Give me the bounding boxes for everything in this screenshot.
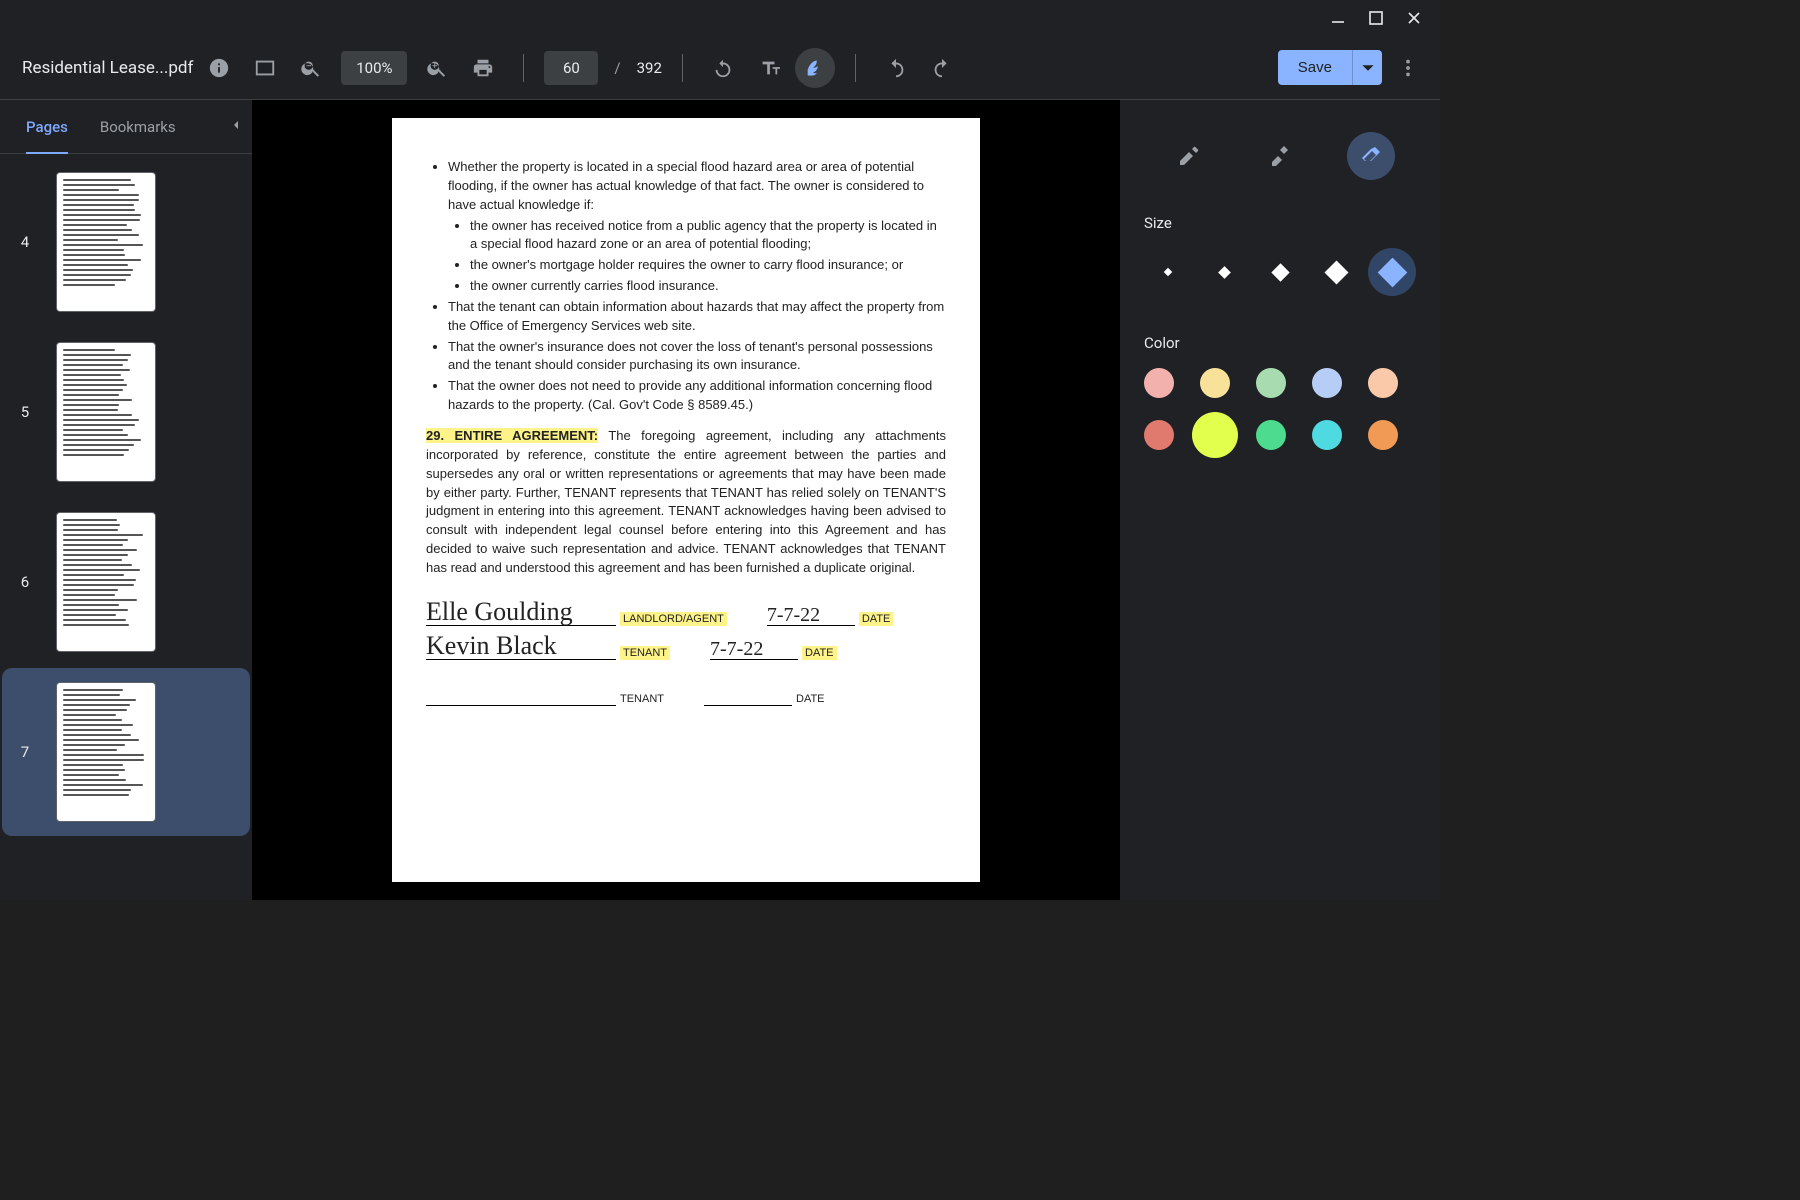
- thumbnail-page[interactable]: 4: [16, 172, 236, 312]
- more-icon[interactable]: [1388, 48, 1428, 88]
- bullet: That the owner does not need to provide …: [448, 377, 946, 415]
- highlighter-tool[interactable]: [1256, 132, 1304, 180]
- separator: [855, 54, 856, 82]
- close-icon[interactable]: [1406, 10, 1422, 26]
- color-options: [1144, 368, 1416, 450]
- color-swatch[interactable]: [1368, 368, 1398, 398]
- section-body: The foregoing agreement, including any a…: [426, 428, 946, 575]
- size-option[interactable]: [1144, 248, 1192, 296]
- thumbnail-number: 6: [16, 573, 34, 591]
- file-name: Residential Lease...pdf: [22, 58, 193, 78]
- size-option[interactable]: [1200, 248, 1248, 296]
- redo-icon[interactable]: [922, 48, 962, 88]
- color-swatch[interactable]: [1200, 368, 1230, 398]
- thumbnail-number: 4: [16, 233, 34, 251]
- print-icon[interactable]: [463, 48, 503, 88]
- thumbnail-number: 7: [16, 743, 34, 761]
- thumbnail-image: [56, 342, 156, 482]
- pen-tool[interactable]: [1165, 132, 1213, 180]
- toolbar: Residential Lease...pdf 100% 60 / 392 Sa…: [0, 36, 1440, 100]
- color-swatch[interactable]: [1256, 368, 1286, 398]
- signature-block: Elle Goulding LANDLORD/AGENT 7-7-22 DATE…: [426, 598, 946, 706]
- page-content: Whether the property is located in a spe…: [392, 118, 980, 882]
- undo-icon[interactable]: [876, 48, 916, 88]
- tenant1-signature: Kevin Black: [426, 633, 557, 659]
- sidebar: Pages Bookmarks 4 5 6 7: [0, 100, 252, 900]
- separator: [523, 54, 524, 82]
- rotate-icon[interactable]: [703, 48, 743, 88]
- color-swatch[interactable]: [1144, 420, 1174, 450]
- color-swatch[interactable]: [1368, 420, 1398, 450]
- fit-page-icon[interactable]: [245, 48, 285, 88]
- size-label: Size: [1144, 214, 1416, 232]
- section-heading: 29. ENTIRE AGREEMENT:: [426, 428, 598, 443]
- zoom-level[interactable]: 100%: [341, 51, 407, 85]
- annotate-icon[interactable]: [795, 48, 835, 88]
- zoom-out-icon[interactable]: [291, 48, 331, 88]
- date-label: DATE: [802, 646, 837, 660]
- date-label: DATE: [796, 693, 825, 706]
- color-swatch[interactable]: [1312, 420, 1342, 450]
- bullet: Whether the property is located in a spe…: [448, 158, 946, 215]
- color-swatch[interactable]: [1144, 368, 1174, 398]
- color-swatch[interactable]: [1256, 420, 1286, 450]
- size-option[interactable]: [1256, 248, 1304, 296]
- page-total: 392: [637, 59, 662, 77]
- color-swatch[interactable]: [1192, 412, 1238, 458]
- thumbnail-number: 5: [16, 403, 34, 421]
- thumbnail-page[interactable]: 6: [16, 512, 236, 652]
- separator: [682, 54, 683, 82]
- size-option[interactable]: [1312, 248, 1360, 296]
- section-paragraph: 29. ENTIRE AGREEMENT: The foregoing agre…: [426, 427, 946, 578]
- thumbnail-image: [56, 512, 156, 652]
- save-button[interactable]: Save: [1278, 50, 1352, 85]
- sub-bullet: the owner's mortgage holder requires the…: [470, 256, 946, 275]
- sidebar-tabs: Pages Bookmarks: [0, 100, 252, 154]
- thumbnail-page[interactable]: 5: [16, 342, 236, 482]
- thumbnail-image: [56, 172, 156, 312]
- tab-pages[interactable]: Pages: [26, 102, 68, 154]
- size-options: [1144, 248, 1416, 296]
- landlord-signature: Elle Goulding: [426, 599, 573, 625]
- sub-bullet: the owner has received notice from a pub…: [470, 217, 946, 255]
- thumbnail-page[interactable]: 7: [2, 668, 250, 836]
- landlord-date: 7-7-22: [767, 605, 820, 625]
- bullet: That the tenant can obtain information a…: [448, 298, 946, 336]
- color-label: Color: [1144, 334, 1416, 352]
- save-button-group: Save: [1278, 50, 1382, 85]
- text-size-icon[interactable]: [749, 48, 789, 88]
- landlord-label: LANDLORD/AGENT: [620, 612, 727, 626]
- eraser-tool[interactable]: [1347, 132, 1395, 180]
- zoom-in-icon[interactable]: [417, 48, 457, 88]
- maximize-icon[interactable]: [1368, 10, 1384, 26]
- color-swatch[interactable]: [1312, 368, 1342, 398]
- info-icon[interactable]: [199, 48, 239, 88]
- save-dropdown[interactable]: [1352, 50, 1382, 85]
- tab-bookmarks[interactable]: Bookmarks: [100, 102, 176, 152]
- document-viewport[interactable]: Whether the property is located in a spe…: [252, 100, 1120, 900]
- date-label: DATE: [859, 612, 894, 626]
- thumbnail-list[interactable]: 4 5 6 7: [0, 154, 252, 900]
- sub-bullet: the owner currently carries flood insura…: [470, 277, 946, 296]
- page-separator: /: [604, 59, 630, 77]
- tenant1-date: 7-7-22: [710, 639, 763, 659]
- tenant-label: TENANT: [620, 693, 664, 706]
- tenant-label: TENANT: [620, 646, 670, 660]
- bullet: That the owner's insurance does not cove…: [448, 338, 946, 376]
- window-controls: [0, 0, 1440, 36]
- page-current-input[interactable]: 60: [544, 51, 598, 85]
- minimize-icon[interactable]: [1330, 10, 1346, 26]
- collapse-sidebar-icon[interactable]: [228, 117, 244, 137]
- thumbnail-image: [56, 682, 156, 822]
- annotation-panel: Size Color: [1120, 100, 1440, 900]
- size-option[interactable]: [1368, 248, 1416, 296]
